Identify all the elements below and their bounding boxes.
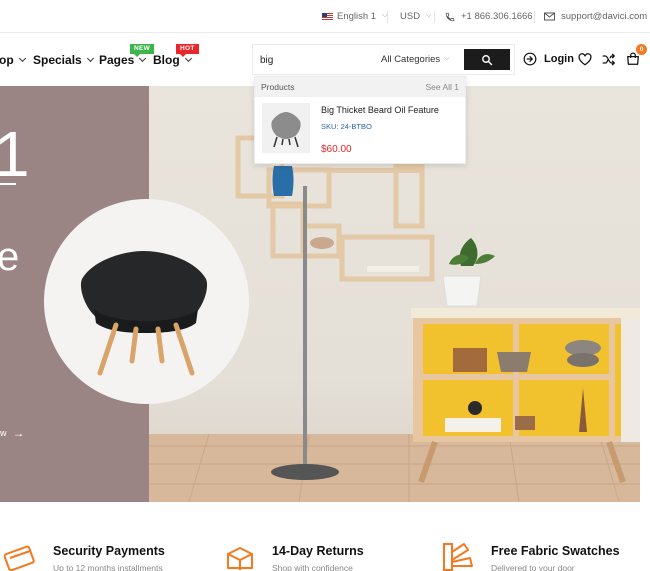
feature-title: Security Payments bbox=[53, 544, 165, 558]
featured-chair-circle bbox=[44, 199, 249, 404]
fabric-swatch-icon bbox=[443, 543, 473, 571]
shuffle-icon bbox=[602, 53, 615, 65]
nav-item-label: Blog bbox=[153, 53, 180, 67]
new-badge: NEW bbox=[130, 44, 155, 57]
nav-item-label: Specials bbox=[33, 53, 82, 67]
divider bbox=[387, 11, 388, 23]
nav-item-shop[interactable]: op bbox=[0, 51, 26, 69]
login-button[interactable]: Login bbox=[523, 49, 574, 69]
search-bar: All Categories ⌵ bbox=[252, 44, 515, 75]
search-results-dropdown: Products See All 1 Big Thicket Beard Oil… bbox=[254, 76, 466, 164]
login-icon bbox=[523, 52, 537, 66]
feature-title: 14-Day Returns bbox=[272, 544, 364, 558]
us-flag-icon bbox=[322, 12, 333, 21]
top-bar: English 1 ⌵ USD ⌵ +1 866.306.1666 suppor… bbox=[0, 0, 650, 33]
product-sku: SKU: 24-BTBO bbox=[321, 122, 372, 131]
chevron-down-icon: ⌵ bbox=[444, 54, 450, 62]
phone-link[interactable]: +1 866.306.1666 bbox=[445, 0, 533, 33]
feature-title: Free Fabric Swatches bbox=[491, 544, 620, 558]
chevron-down-icon bbox=[139, 54, 147, 63]
product-name[interactable]: Big Thicket Beard Oil Feature bbox=[321, 105, 439, 115]
chevron-down-icon bbox=[86, 54, 94, 63]
feature-subtitle: Up to 12 months installments bbox=[53, 563, 163, 571]
cart-count-badge: 0 bbox=[636, 44, 647, 55]
chevron-down-icon: ⌵ bbox=[426, 11, 432, 19]
search-button[interactable] bbox=[464, 49, 510, 70]
chevron-down-icon bbox=[18, 54, 26, 63]
armchair-image bbox=[80, 251, 208, 376]
email-link[interactable]: support@davici.com bbox=[544, 0, 647, 33]
product-price: $60.00 bbox=[321, 144, 352, 155]
login-label: Login bbox=[544, 53, 574, 65]
hero-cta-label: w bbox=[0, 428, 7, 438]
mail-icon bbox=[544, 12, 555, 21]
nav-item-specials[interactable]: Specials bbox=[33, 51, 94, 69]
see-all-link[interactable]: See All 1 bbox=[425, 82, 459, 92]
currency-label: USD bbox=[400, 11, 421, 22]
compare-button[interactable] bbox=[602, 49, 616, 69]
results-header: Products See All 1 bbox=[255, 77, 465, 97]
nav-item-label: Pages bbox=[99, 53, 135, 67]
box-return-icon bbox=[227, 547, 253, 570]
email-address: support@davici.com bbox=[561, 11, 648, 22]
search-input[interactable] bbox=[260, 51, 370, 69]
heart-icon bbox=[578, 52, 592, 65]
phone-icon bbox=[445, 12, 455, 21]
hero-divider bbox=[0, 183, 16, 185]
hero-subheading: e bbox=[0, 235, 20, 279]
credit-card-icon bbox=[4, 545, 35, 571]
category-label: All Categories bbox=[381, 54, 441, 65]
language-label: English 1 bbox=[337, 11, 377, 22]
hero-cta-link[interactable]: w → bbox=[0, 426, 25, 440]
nav-item-label: op bbox=[0, 53, 14, 67]
product-thumbnail[interactable] bbox=[262, 103, 310, 153]
gray-armchair-image bbox=[271, 112, 301, 148]
results-section-label: Products bbox=[261, 82, 295, 92]
feature-subtitle: Shop with confidence bbox=[272, 563, 353, 571]
arrow-right-icon: → bbox=[12, 426, 25, 440]
wishlist-button[interactable] bbox=[578, 49, 592, 69]
currency-selector[interactable]: USD ⌵ bbox=[400, 0, 431, 33]
feature-subtitle: Delivered to your door bbox=[491, 563, 575, 571]
divider bbox=[434, 11, 435, 23]
phone-number: +1 866.306.1666 bbox=[461, 11, 533, 22]
hot-badge: HOT bbox=[176, 44, 199, 57]
language-selector[interactable]: English 1 ⌵ bbox=[322, 0, 387, 33]
hero-heading: 1 bbox=[0, 118, 30, 190]
search-icon bbox=[482, 54, 493, 65]
divider bbox=[534, 11, 535, 23]
category-select[interactable]: All Categories ⌵ bbox=[381, 45, 449, 74]
